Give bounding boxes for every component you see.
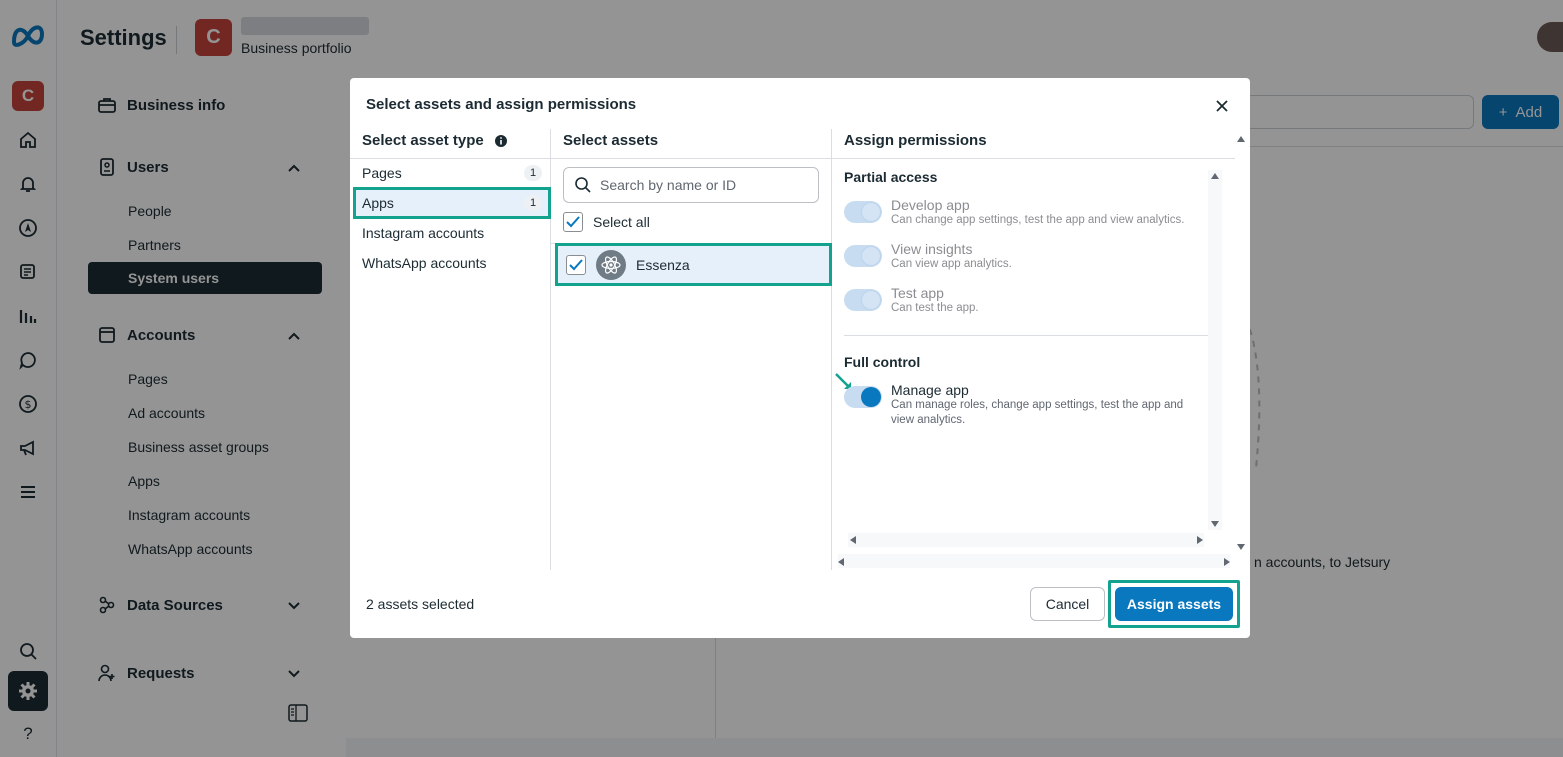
asset-type-header-label: Select asset type xyxy=(362,132,484,149)
permission-title: Test app xyxy=(891,285,944,301)
permission-description: Can view app analytics. xyxy=(891,258,1012,270)
manage-app-toggle[interactable] xyxy=(844,386,882,408)
asset-type-whatsapp-accounts[interactable]: WhatsApp accounts xyxy=(356,250,548,276)
scroll-down-icon[interactable] xyxy=(1210,519,1220,529)
column-divider xyxy=(831,129,832,570)
close-icon xyxy=(1216,100,1228,112)
divider xyxy=(832,158,1235,159)
divider xyxy=(350,158,550,159)
asset-type-apps[interactable]: Apps 1 xyxy=(353,187,551,219)
asset-search-box[interactable] xyxy=(563,167,819,203)
divider xyxy=(551,158,831,159)
asset-type-label: Pages xyxy=(362,165,402,181)
partial-access-heading: Partial access xyxy=(844,169,938,185)
permissions-divider xyxy=(844,335,1208,336)
search-input[interactable] xyxy=(600,177,800,193)
asset-type-pages[interactable]: Pages 1 xyxy=(356,160,548,186)
permissions-vertical-scrollbar[interactable] xyxy=(1208,170,1222,530)
column-divider xyxy=(550,129,551,570)
permission-description: Can manage roles, change app settings, t… xyxy=(891,399,1184,426)
permission-test-app: Test app Can test the app. xyxy=(844,285,1205,316)
scroll-left-icon[interactable] xyxy=(836,557,846,567)
asset-type-label: WhatsApp accounts xyxy=(362,255,487,271)
permission-title: Develop app xyxy=(891,197,970,213)
permission-title: Manage app xyxy=(891,382,969,398)
assign-assets-button[interactable]: Assign assets xyxy=(1115,587,1233,621)
scroll-right-icon[interactable] xyxy=(1222,557,1232,567)
permission-title: View insights xyxy=(891,241,973,257)
checkmark-icon xyxy=(569,258,583,270)
assign-assets-dialog: Select assets and assign permissions Sel… xyxy=(350,78,1250,638)
scroll-down-icon[interactable] xyxy=(1236,542,1246,552)
assign-permissions-header: Assign permissions xyxy=(844,132,987,149)
scroll-left-icon[interactable] xyxy=(848,535,858,545)
scroll-right-icon[interactable] xyxy=(1195,535,1205,545)
scroll-up-icon[interactable] xyxy=(1236,134,1246,144)
asset-checkbox[interactable] xyxy=(566,254,586,275)
select-all-label: Select all xyxy=(593,214,650,230)
test-app-toggle[interactable] xyxy=(844,289,882,311)
info-icon[interactable] xyxy=(494,134,508,148)
assets-selected-count: 2 assets selected xyxy=(366,596,475,612)
permissions-horizontal-scrollbar[interactable] xyxy=(848,533,1204,547)
asset-type-label: Apps xyxy=(362,195,394,211)
develop-app-toggle[interactable] xyxy=(844,201,882,223)
asset-type-instagram-accounts[interactable]: Instagram accounts xyxy=(356,220,548,246)
scroll-up-icon[interactable] xyxy=(1210,171,1220,181)
select-assets-header: Select assets xyxy=(563,132,659,149)
permission-description: Can change app settings, test the app an… xyxy=(891,214,1185,226)
select-all-row[interactable]: Select all xyxy=(563,212,650,232)
asset-name: Essenza xyxy=(636,256,690,273)
asset-type-count-badge: 1 xyxy=(524,195,542,211)
asset-type-label: Instagram accounts xyxy=(362,225,485,241)
permission-develop-app: Develop app Can change app settings, tes… xyxy=(844,197,1205,228)
cancel-button[interactable]: Cancel xyxy=(1030,587,1105,621)
asset-row-essenza[interactable]: Essenza xyxy=(555,243,832,286)
asset-type-header: Select asset type xyxy=(362,132,508,149)
app-atom-icon xyxy=(596,249,626,280)
permission-manage-app: Manage app Can manage roles, change app … xyxy=(844,382,1205,428)
divider xyxy=(551,243,831,244)
select-all-checkbox[interactable] xyxy=(563,212,583,232)
permission-description: Can test the app. xyxy=(891,302,979,314)
view-insights-toggle[interactable] xyxy=(844,245,882,267)
permission-view-insights: View insights Can view app analytics. xyxy=(844,241,1205,272)
search-icon xyxy=(575,177,591,193)
dialog-horizontal-scrollbar[interactable] xyxy=(838,554,1230,568)
close-button[interactable] xyxy=(1212,96,1232,116)
asset-type-count-badge: 1 xyxy=(524,165,542,181)
full-control-heading: Full control xyxy=(844,354,921,370)
checkmark-icon xyxy=(566,216,580,228)
dialog-title: Select assets and assign permissions xyxy=(366,96,637,113)
